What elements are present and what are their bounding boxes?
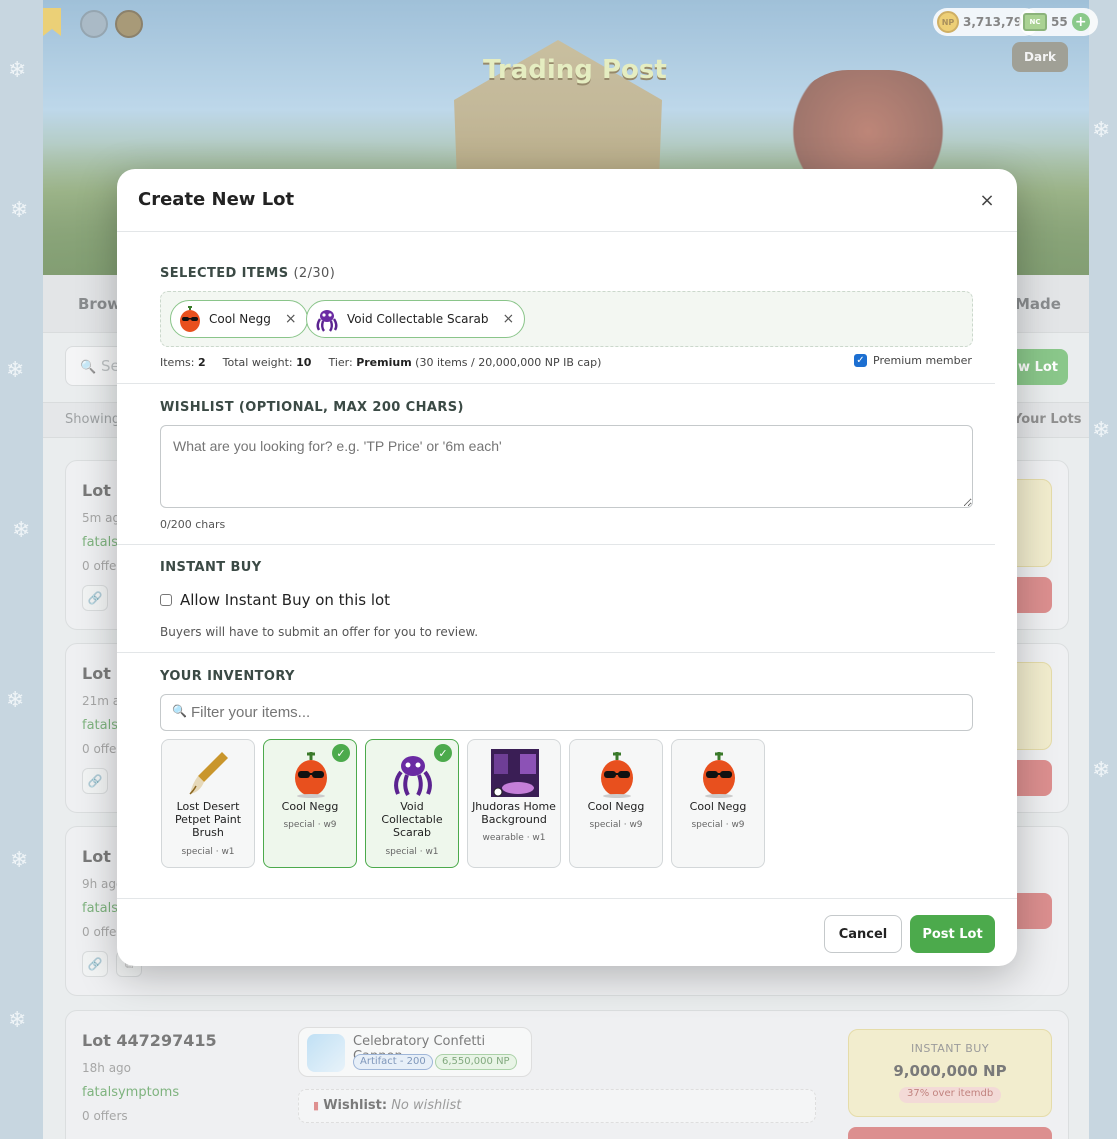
weight-value: 10 xyxy=(296,356,312,369)
divider xyxy=(117,652,995,653)
cool-negg-icon xyxy=(295,752,327,798)
wishlist-char-counter: 0/200 chars xyxy=(160,518,226,531)
inventory-item-meta: special · w9 xyxy=(283,820,337,830)
selected-items-heading: SELECTED ITEMS xyxy=(160,266,289,281)
close-icon[interactable]: × xyxy=(977,191,997,211)
inventory-item-name: Lost Desert Petpet Paint Brush xyxy=(174,800,242,839)
tier-label: Tier: xyxy=(328,356,353,369)
inventory-item-name: Cool Negg xyxy=(587,800,645,813)
inventory-item-card[interactable]: Cool Negg special · w9 xyxy=(569,739,663,868)
modal-header: Create New Lot × xyxy=(117,169,1017,232)
inventory-item-name: Void Collectable Scarab xyxy=(381,800,443,839)
wishlist-textarea[interactable] xyxy=(160,425,973,508)
search-icon: 🔍 xyxy=(172,704,187,718)
selected-item-name: Cool Negg xyxy=(209,312,271,326)
inventory-item-card[interactable]: Jhudoras Home Background wearable · w1 xyxy=(467,739,561,868)
void-scarab-icon xyxy=(394,756,432,796)
weight-label: Total weight: xyxy=(222,356,293,369)
cancel-button[interactable]: Cancel xyxy=(824,915,902,953)
wishlist-heading: WISHLIST (OPTIONAL, MAX 200 CHARS) xyxy=(160,400,464,415)
modal-title: Create New Lot xyxy=(138,189,295,210)
paint-brush-icon xyxy=(189,752,228,795)
inventory-item-card[interactable]: Lost Desert Petpet Paint Brush special ·… xyxy=(161,739,255,868)
create-lot-modal: Create New Lot × SELECTED ITEMS (2/30) C… xyxy=(117,169,1017,966)
cool-negg-icon xyxy=(180,306,200,332)
selected-items-label: SELECTED ITEMS (2/30) xyxy=(160,266,335,281)
premium-member-checkbox[interactable]: ✓ Premium member xyxy=(854,354,972,367)
divider xyxy=(117,544,995,545)
background-icon xyxy=(491,749,539,797)
remove-item-icon[interactable]: × xyxy=(285,311,297,327)
inventory-item-meta: special · w1 xyxy=(385,847,439,857)
inventory-item-name: Cool Negg xyxy=(281,800,339,813)
selected-item-chip[interactable]: Void Collectable Scarab × xyxy=(306,300,526,338)
inventory-item-card[interactable]: ✓ Cool Negg special · w9 xyxy=(263,739,357,868)
inventory-item-meta: special · w9 xyxy=(589,820,643,830)
tier-detail: (30 items / 20,000,000 NP IB cap) xyxy=(415,356,602,369)
post-lot-button[interactable]: Post Lot xyxy=(910,915,995,953)
inventory-item-name: Cool Negg xyxy=(689,800,747,813)
inventory-filter-input[interactable] xyxy=(160,694,973,731)
items-label: Items: xyxy=(160,356,195,369)
void-scarab-icon xyxy=(316,310,338,332)
checkbox-icon[interactable] xyxy=(160,594,172,606)
selected-item-chip[interactable]: Cool Negg × xyxy=(170,300,308,338)
cool-negg-icon xyxy=(601,752,633,798)
selected-items-box: Cool Negg × Void Collectable Scarab × xyxy=(160,291,973,347)
inventory-item-card[interactable]: Cool Negg special · w9 xyxy=(671,739,765,868)
selected-item-name: Void Collectable Scarab xyxy=(347,312,489,326)
lot-meta-row: Items: 2 Total weight: 10 Tier: Premium … xyxy=(160,356,601,369)
cool-negg-icon xyxy=(703,752,735,798)
inventory-item-meta: special · w1 xyxy=(181,847,235,857)
modal-body: SELECTED ITEMS (2/30) Cool Negg × Void C… xyxy=(117,232,1017,898)
inventory-heading: YOUR INVENTORY xyxy=(160,669,295,684)
selected-check-icon: ✓ xyxy=(434,744,452,762)
tier-value: Premium xyxy=(356,356,412,369)
divider xyxy=(117,383,995,384)
selected-check-icon: ✓ xyxy=(332,744,350,762)
inventory-item-meta: wearable · w1 xyxy=(482,833,546,843)
modal-footer: Cancel Post Lot xyxy=(117,898,1017,966)
items-value: 2 xyxy=(197,356,206,369)
inventory-item-meta: special · w9 xyxy=(691,820,745,830)
allow-instant-buy-checkbox[interactable]: Allow Instant Buy on this lot xyxy=(160,591,390,609)
selected-items-count: (2/30) xyxy=(293,266,336,281)
inventory-item-card[interactable]: ✓ Void Collectable Scarab special · w1 xyxy=(365,739,459,868)
instant-buy-heading: INSTANT BUY xyxy=(160,560,262,575)
remove-item-icon[interactable]: × xyxy=(502,311,514,327)
inventory-item-name: Jhudoras Home Background xyxy=(472,800,556,826)
checkmark-icon[interactable]: ✓ xyxy=(854,354,867,367)
allow-instant-buy-label: Allow Instant Buy on this lot xyxy=(180,591,391,609)
instant-buy-help: Buyers will have to submit an offer for … xyxy=(160,625,479,639)
premium-member-label: Premium member xyxy=(873,354,972,367)
